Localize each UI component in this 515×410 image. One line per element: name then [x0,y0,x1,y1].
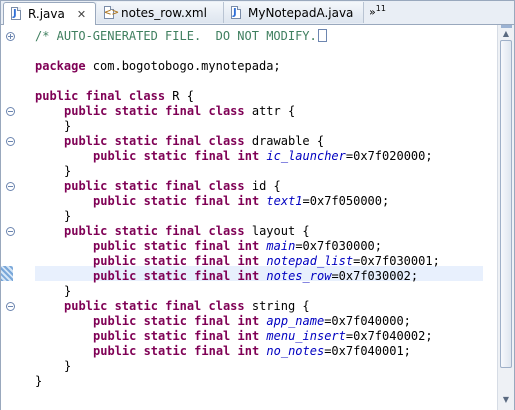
editor-tab-bar: J R.java ✕ <> notes_row.xml J MyNotepadA… [1,1,514,25]
keyword: public static final class [64,179,245,193]
keyword: package [35,59,86,73]
keyword: public static final int [93,329,260,343]
code-line-current: public static final int notes_row=0x7f03… [93,269,418,284]
left-ruler [1,25,21,410]
brace: } [64,359,72,373]
overflow-icon: » [369,5,376,19]
field-name: menu_insert [266,329,346,343]
keyword: public static final int [93,254,260,268]
current-line-marker [1,266,13,281]
tab-label: R.java [28,7,65,21]
collapse-icon[interactable] [6,182,15,191]
editor-window: J R.java ✕ <> notes_row.xml J MyNotepadA… [0,0,515,410]
collapse-icon[interactable] [6,107,15,116]
keyword: public static final int [93,149,260,163]
field-value: =0x7f020000; [345,149,433,163]
folded-comment-icon[interactable] [317,29,327,42]
collapse-icon[interactable] [6,137,15,146]
code-line: public static final class drawable { [64,134,324,149]
tab-overflow-button[interactable]: »11 [369,4,386,19]
field-value: =0x7f040002; [345,329,433,343]
field-value: =0x7f050000; [302,194,390,208]
code-line: public static final int app_name=0x7f040… [93,314,411,329]
package-name: com.bogotobogo.mynotepada; [85,59,281,73]
code-line: } [64,359,71,374]
class-name: drawable { [244,134,325,148]
code-line: /* AUTO-GENERATED FILE. DO NOT MODIFY. [35,29,327,44]
scroll-up-icon[interactable]: ▲ [501,29,511,39]
code-editor[interactable]: /* AUTO-GENERATED FILE. DO NOT MODIFY. p… [1,25,514,410]
field-name: app_name [266,314,325,328]
collapse-icon[interactable] [6,227,15,236]
tab-notes-row-xml[interactable]: <> notes_row.xml [97,2,224,23]
overview-ruler-mark [501,25,512,28]
code-line: public static final class attr { [64,104,295,119]
java-file-icon: J [230,5,243,20]
keyword: public static final class [64,224,245,238]
tab-r-java[interactable]: J R.java ✕ [3,2,96,25]
keyword: public static final class [64,299,245,313]
brace: } [64,284,72,298]
field-value: =0x7f030000; [295,239,383,253]
scroll-down-icon[interactable]: ▼ [501,395,511,405]
field-name: no_notes [266,344,325,358]
field-value: =0x7f030001; [353,254,440,268]
comment-text: /* AUTO-GENERATED FILE. DO NOT MODIFY. [35,29,317,43]
code-line: } [64,119,71,134]
code-line: } [64,284,71,299]
code-line: public final class R { [35,89,194,104]
scrollbar-thumb[interactable] [500,40,512,368]
class-name: id { [244,179,281,193]
field-value: =0x7f040000; [324,314,411,328]
close-icon[interactable]: ✕ [77,8,86,21]
xml-file-icon: <> [104,5,120,19]
keyword: public static final int [93,239,260,253]
code-line: } [64,164,71,179]
code-line: public static final int ic_launcher=0x7f… [93,149,433,164]
keyword: public static final class [64,134,245,148]
keyword: public static final int [93,269,260,283]
brace: } [64,164,72,178]
code-line: public static final int main=0x7f030000; [93,239,382,254]
class-name: R { [165,89,194,103]
code-line: public static final int text1=0x7f050000… [93,194,389,209]
code-line: } [35,374,42,389]
keyword: public final class [35,89,166,103]
keyword: public static final int [93,194,260,208]
tab-label: notes_row.xml [121,5,207,20]
keyword: public static final class [64,104,245,118]
code-line: public static final class string { [64,299,310,314]
code-line: public static final int notepad_list=0x7… [93,254,440,269]
field-value: =0x7f030002; [331,269,419,283]
code-line: public static final int no_notes=0x7f040… [93,344,411,359]
code-line: public static final class layout { [64,224,310,239]
expand-icon[interactable] [6,32,15,41]
class-name: layout { [244,224,310,238]
brace: } [35,374,43,388]
overflow-count: 11 [375,4,386,13]
class-name: attr { [244,104,296,118]
field-name: text1 [266,194,303,208]
code-line: package com.bogotobogo.mynotepada; [35,59,281,74]
keyword: public static final int [93,344,260,358]
code-line: public static final int menu_insert=0x7f… [93,329,433,344]
field-name: notepad_list [266,254,354,268]
code-line: public static final class id { [64,179,281,194]
code-line: } [64,209,71,224]
tab-mynotepada-java[interactable]: J MyNotepadA.java [224,2,364,23]
field-name: ic_launcher [266,149,346,163]
vertical-scrollbar[interactable]: ▲ ▼ [497,25,514,410]
brace: } [64,119,72,133]
field-value: =0x7f040001; [324,344,411,358]
class-name: string { [244,299,310,313]
keyword: public static final int [93,314,260,328]
java-file-icon: J [10,7,23,21]
field-name: notes_row [266,269,332,283]
tab-label: MyNotepadA.java [248,5,354,20]
collapse-icon[interactable] [6,302,15,311]
brace: } [64,209,72,223]
field-name: main [266,239,296,253]
